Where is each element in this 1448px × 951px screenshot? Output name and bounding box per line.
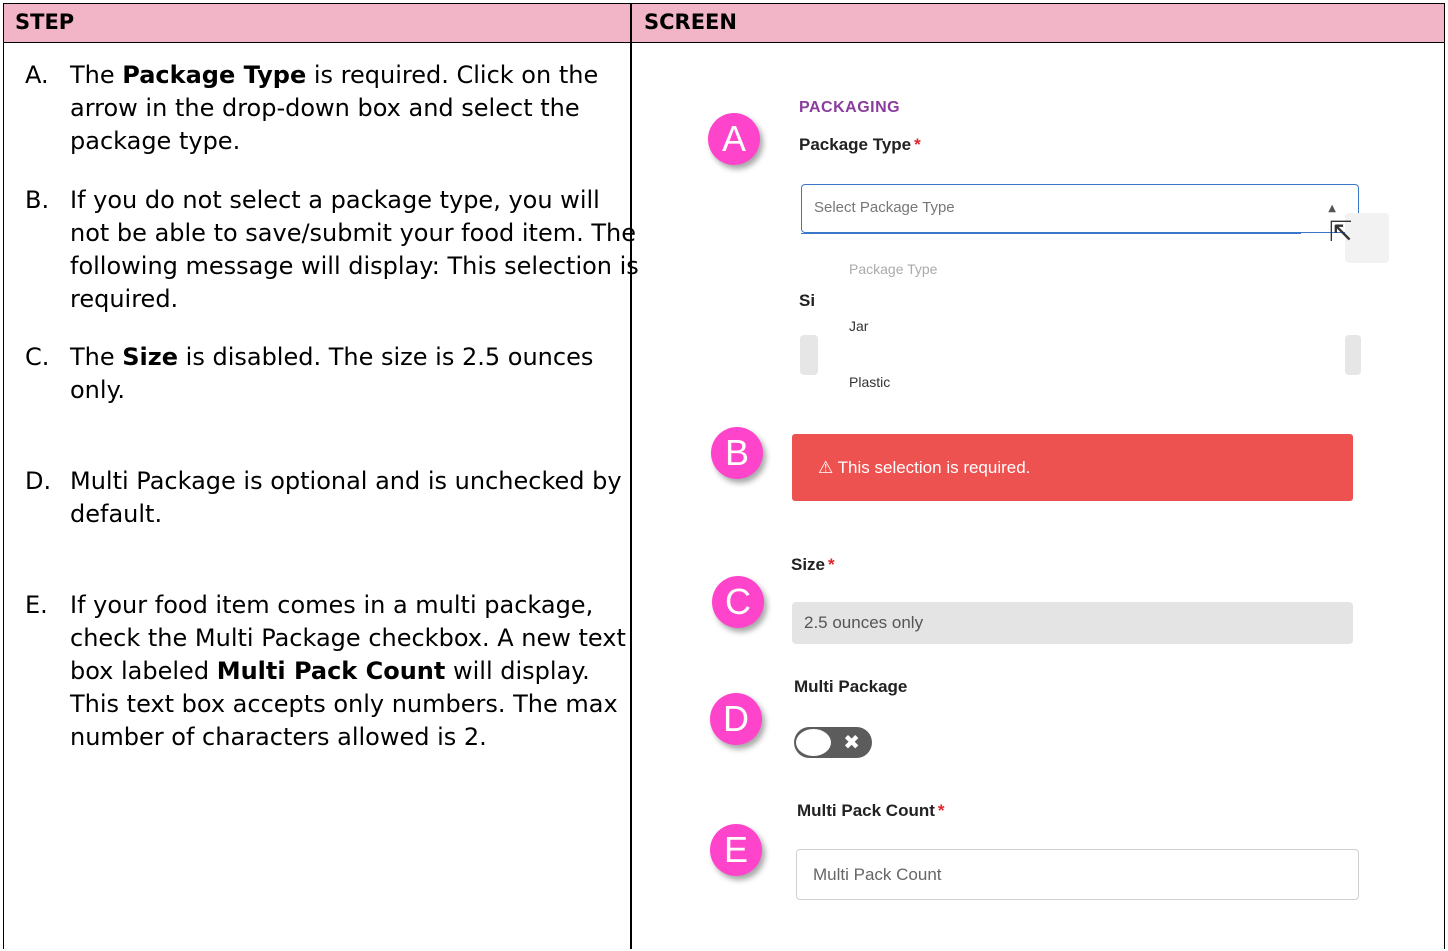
screen-panel: A PACKAGING Package Type * Select Package… bbox=[633, 43, 1445, 949]
required-asterisk: * bbox=[828, 555, 835, 574]
step-letter: A. bbox=[25, 61, 49, 89]
step-plain-text: If you do not select a package type, you… bbox=[70, 186, 639, 313]
screen-column-header: SCREEN bbox=[644, 10, 737, 34]
multi-pack-count-input[interactable]: Multi Pack Count bbox=[796, 849, 1359, 900]
step-plain-text: The bbox=[70, 343, 123, 371]
size-field: 2.5 ounces only bbox=[792, 602, 1353, 644]
package-type-select[interactable]: Select Package Type ▲ bbox=[801, 184, 1359, 233]
step-text: The Package Type is required. Click on t… bbox=[70, 59, 645, 158]
multi-package-toggle[interactable]: ✖ bbox=[794, 727, 872, 758]
obscured-field-edge-right bbox=[1345, 335, 1361, 375]
section-title: PACKAGING bbox=[799, 99, 901, 116]
step-text: Multi Package is optional and is uncheck… bbox=[70, 465, 645, 531]
step-text: If you do not select a package type, you… bbox=[70, 184, 645, 316]
step-bold-text: Multi Pack Count bbox=[216, 657, 446, 685]
close-icon: ✖ bbox=[843, 730, 860, 754]
step-letter: B. bbox=[25, 186, 50, 214]
step-text: The Size is disabled. The size is 2.5 ou… bbox=[70, 341, 645, 407]
step-bold-text: Package Type bbox=[122, 61, 307, 89]
dropdown-option[interactable]: Plastic bbox=[849, 374, 890, 390]
step-plain-text: Multi Package is optional and is uncheck… bbox=[70, 467, 622, 528]
callout-badge-d: D bbox=[710, 693, 762, 745]
multi-package-label: Multi Package bbox=[794, 677, 908, 696]
callout-badge-a: A bbox=[708, 113, 760, 165]
step-plain-text: The bbox=[70, 61, 123, 89]
package-type-label: Package Type * bbox=[799, 135, 921, 154]
step-letter: C. bbox=[25, 343, 50, 371]
mouse-pointer-icon: ⇱ bbox=[1329, 215, 1353, 248]
callout-badge-e: E bbox=[710, 824, 762, 876]
caret-up-icon[interactable]: ▲ bbox=[1328, 203, 1336, 214]
select-placeholder: Select Package Type bbox=[814, 199, 955, 216]
size-label: Size * bbox=[791, 555, 835, 574]
step-letter: D. bbox=[25, 467, 52, 495]
step-column-header: STEP bbox=[15, 10, 75, 34]
dropdown-option[interactable]: Jar bbox=[849, 318, 868, 334]
obscured-label: Si bbox=[799, 291, 816, 310]
instruction-table: STEP SCREEN A. The Package Type is requi… bbox=[3, 3, 1445, 949]
required-asterisk: * bbox=[937, 801, 945, 820]
step-bold-text: Size bbox=[122, 343, 179, 371]
dropdown-header: Package Type bbox=[849, 261, 938, 277]
callout-badge-c: C bbox=[712, 576, 764, 628]
step-letter: E. bbox=[25, 591, 48, 619]
select-focus-underline bbox=[801, 233, 1301, 234]
callout-badge-b: B bbox=[711, 427, 763, 479]
table-header: STEP SCREEN bbox=[3, 3, 1445, 43]
table-top-border bbox=[3, 3, 1445, 4]
error-banner: ⚠ This selection is required. bbox=[792, 434, 1353, 501]
table-left-border bbox=[3, 3, 4, 949]
toggle-knob bbox=[796, 729, 831, 756]
required-asterisk: * bbox=[914, 135, 921, 154]
obscured-field-edge-left bbox=[800, 335, 818, 375]
step-text: If your food item comes in a multi packa… bbox=[70, 589, 645, 754]
multi-pack-count-label: Multi Pack Count * bbox=[797, 801, 945, 820]
